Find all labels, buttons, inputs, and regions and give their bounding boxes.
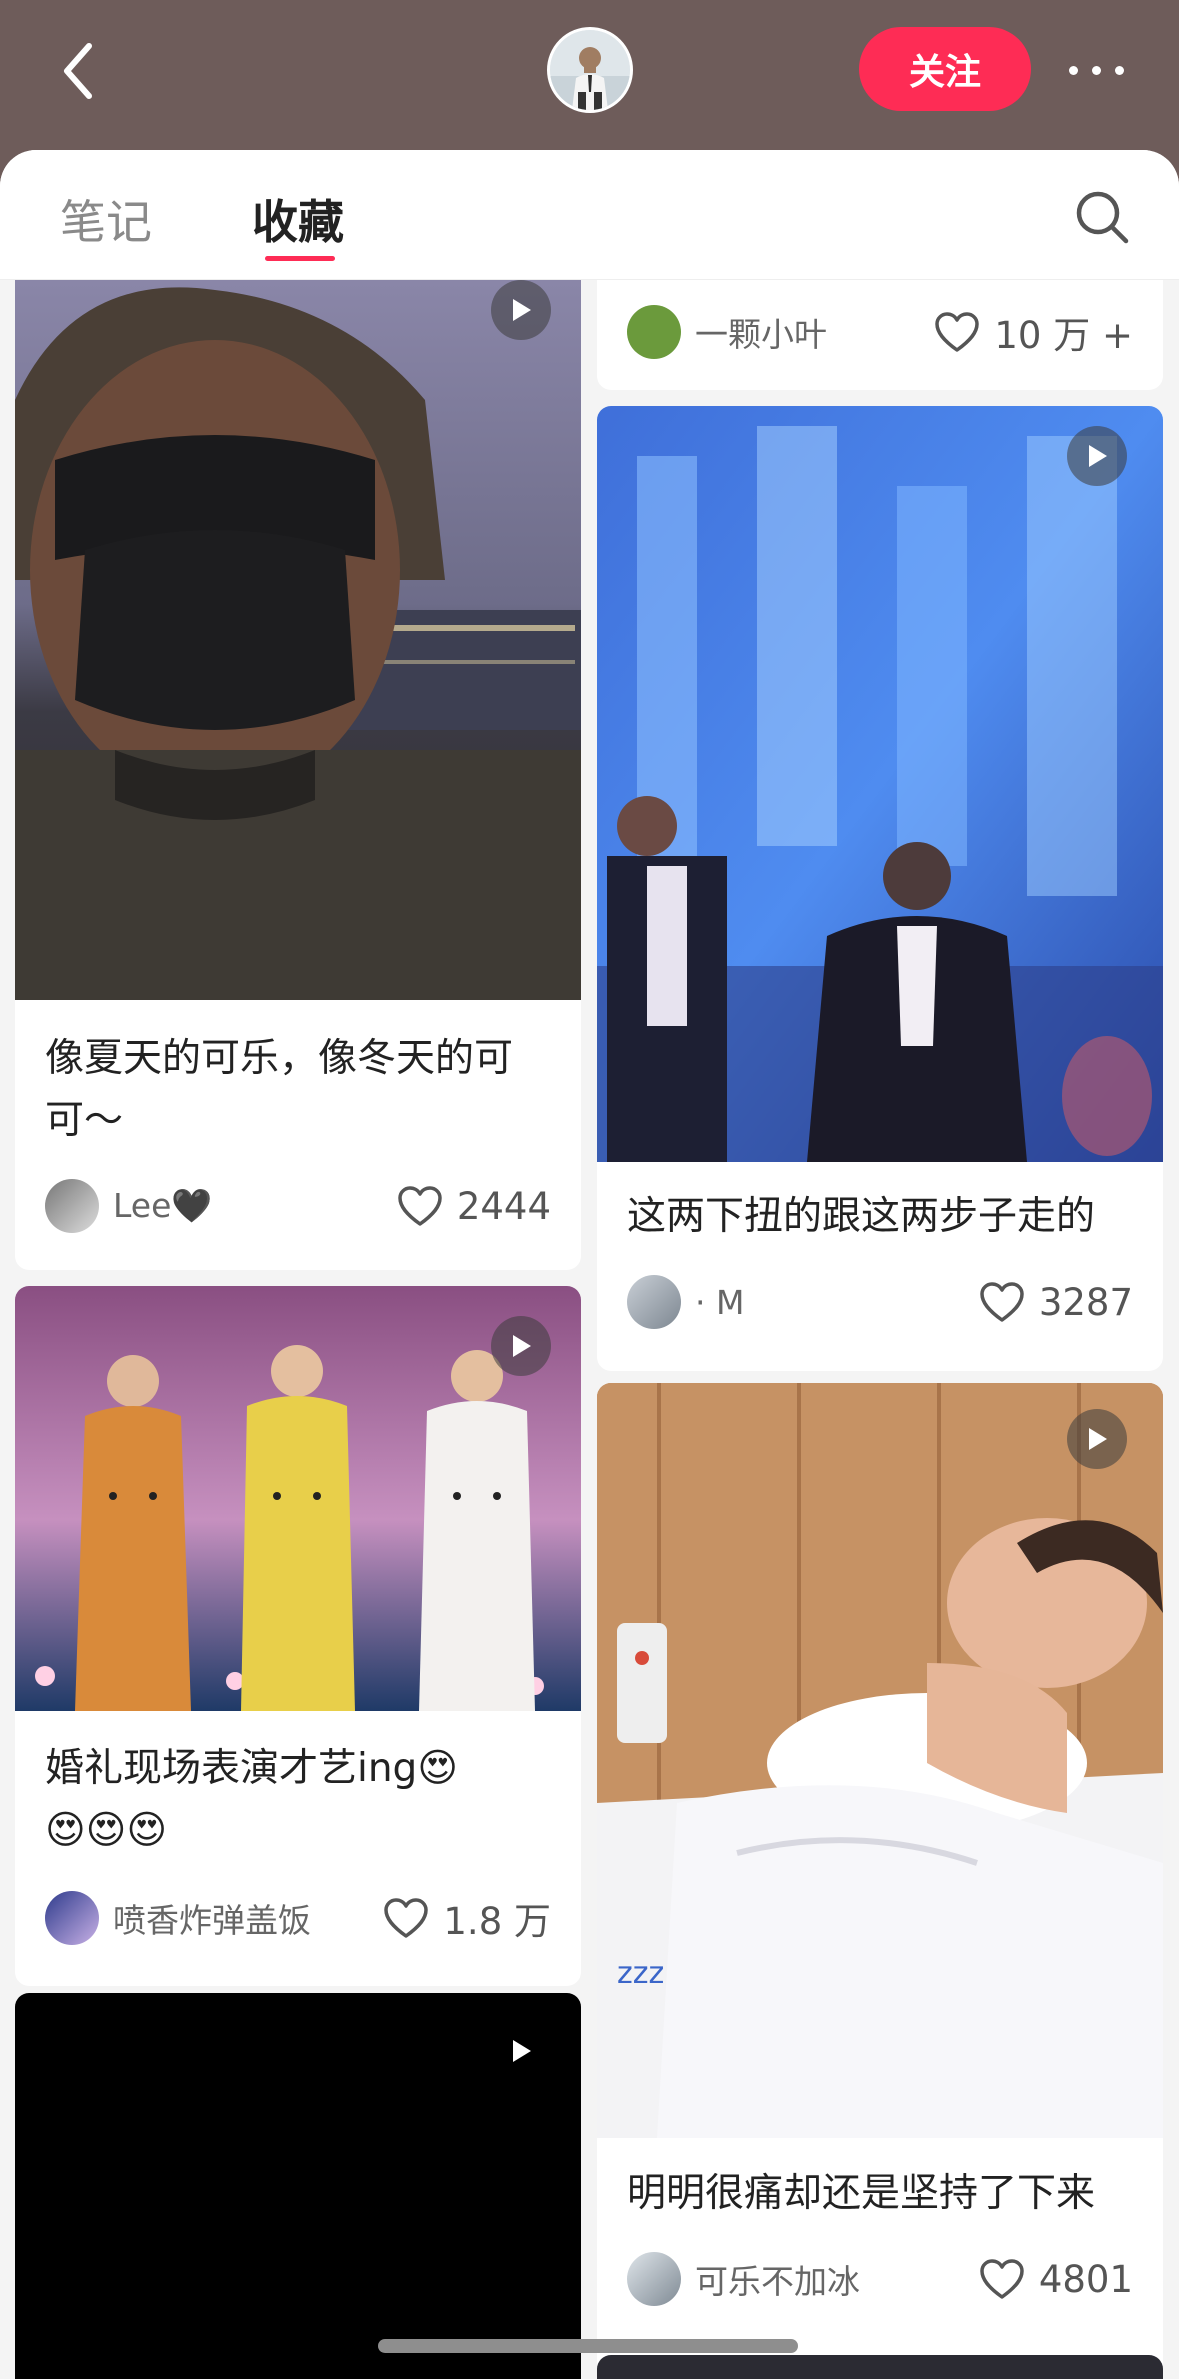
tab-collections[interactable]: 收藏 (252, 186, 344, 252)
play-icon (1089, 445, 1107, 467)
author-name[interactable]: 喷香炸弹盖饭 (113, 1894, 383, 1942)
heart-icon (384, 1898, 429, 1938)
heart-icon (980, 2259, 1024, 2299)
avatar-image (550, 30, 630, 110)
note-card[interactable]: 一颗小叶 10 万 + (597, 280, 1163, 390)
like-button[interactable]: 1.8 万 (383, 1891, 551, 1945)
author-name[interactable]: 一颗小叶 (695, 308, 934, 356)
card-title-line: 这两下扭的跟这两步子走的 (627, 1194, 1096, 1239)
top-bar: 关注 (0, 0, 1179, 150)
video-badge (491, 280, 551, 340)
card-title-line: 😍😍😍 (45, 1808, 167, 1853)
note-card[interactable]: 这两下扭的跟这两步子走的 · M 3287 (597, 406, 1163, 1371)
play-icon (513, 1335, 531, 1357)
heart-icon (980, 1282, 1024, 1322)
home-indicator (378, 2339, 798, 2353)
note-card[interactable]: 像夏天的可乐，像冬天的可 可～ Lee🖤 2444 (15, 280, 581, 1270)
search-icon (1076, 191, 1129, 244)
more-dot-icon (1091, 65, 1101, 75)
chevron-left-icon (64, 43, 92, 99)
like-button[interactable]: 2444 (397, 1185, 551, 1228)
video-badge (491, 2021, 551, 2081)
card-meta: 可乐不加冰 4801 (627, 2251, 1133, 2307)
card-title: 像夏天的可乐，像冬天的可 可～ (45, 1028, 551, 1152)
card-meta: · M 3287 (627, 1274, 1133, 1330)
profile-avatar[interactable] (547, 27, 633, 113)
author-name[interactable]: 可乐不加冰 (695, 2255, 979, 2303)
more-dot-icon (1114, 65, 1124, 75)
follow-button[interactable]: 关注 (859, 27, 1031, 111)
more-options-button[interactable] (1056, 40, 1136, 100)
like-count: 10 万 + (994, 314, 1133, 357)
video-cover-graphic (597, 406, 1163, 1162)
like-count: 4801 (1038, 2257, 1133, 2301)
like-count: 1.8 万 (443, 1900, 551, 1943)
back-button[interactable] (48, 36, 108, 106)
tabs-bar: 笔记 收藏 (0, 150, 1179, 280)
card-title-line: 明明很痛却还是坚持了下来 (627, 2171, 1096, 2216)
card-meta: 喷香炸弹盖饭 1.8 万 (45, 1890, 551, 1946)
like-count: 2444 (456, 1184, 551, 1228)
search-button[interactable] (1070, 185, 1134, 249)
card-meta: Lee🖤 2444 (45, 1178, 551, 1234)
play-icon (513, 299, 531, 321)
active-tab-indicator (265, 256, 335, 261)
author-avatar[interactable] (627, 2252, 681, 2306)
heart-icon (398, 1186, 442, 1226)
like-button[interactable]: 10 万 + (934, 305, 1133, 359)
card-title-line: 可～ (45, 1098, 124, 1143)
heart-icon (935, 312, 980, 352)
card-cover-image: zzz (597, 1383, 1163, 2138)
video-cover-graphic: zzz (597, 1383, 1163, 2138)
card-cover-image (15, 280, 581, 1000)
card-title: 明明很痛却还是坚持了下来 (627, 2163, 1133, 2225)
video-badge (1067, 426, 1127, 486)
author-avatar[interactable] (627, 305, 681, 359)
content-sheet: 笔记 收藏 一颗小叶 10 万 + 像夏天的可乐，像冬天的可 可～ Lee🖤 2… (0, 150, 1179, 2379)
author-avatar[interactable] (627, 1275, 681, 1329)
note-card[interactable] (15, 1993, 581, 2379)
note-card[interactable]: 婚礼现场表演才艺ing😍 😍😍😍 喷香炸弹盖饭 1.8 万 (15, 1286, 581, 1986)
card-meta: 一颗小叶 10 万 + (627, 304, 1133, 360)
author-avatar[interactable] (45, 1891, 99, 1945)
card-title: 这两下扭的跟这两步子走的 (627, 1186, 1133, 1248)
card-title: 婚礼现场表演才艺ing😍 😍😍😍 (45, 1738, 551, 1862)
video-badge (491, 1316, 551, 1376)
author-avatar[interactable] (45, 1179, 99, 1233)
more-dot-icon (1068, 65, 1078, 75)
tab-notes[interactable]: 笔记 (60, 186, 152, 252)
play-icon (513, 2040, 531, 2062)
like-count: 3287 (1038, 1280, 1133, 1324)
author-name[interactable]: Lee🖤 (113, 1186, 397, 1226)
video-cover-graphic (15, 280, 581, 1000)
note-card[interactable]: zzz 明明很痛却还是坚持了下来 可乐不加冰 4801 (597, 1383, 1163, 2379)
author-name[interactable]: · M (695, 1283, 979, 1322)
play-icon (1089, 1428, 1107, 1450)
like-button[interactable]: 4801 (979, 2258, 1133, 2301)
sleep-zzz-icon: zzz (617, 1956, 664, 1991)
card-cover-image (597, 406, 1163, 1162)
card-title-line: 像夏天的可乐，像冬天的可 (45, 1036, 514, 1081)
video-badge (1067, 1409, 1127, 1469)
note-card[interactable] (597, 2355, 1163, 2379)
like-button[interactable]: 3287 (979, 1281, 1133, 1324)
card-title-line: 婚礼现场表演才艺ing😍 (45, 1746, 458, 1791)
